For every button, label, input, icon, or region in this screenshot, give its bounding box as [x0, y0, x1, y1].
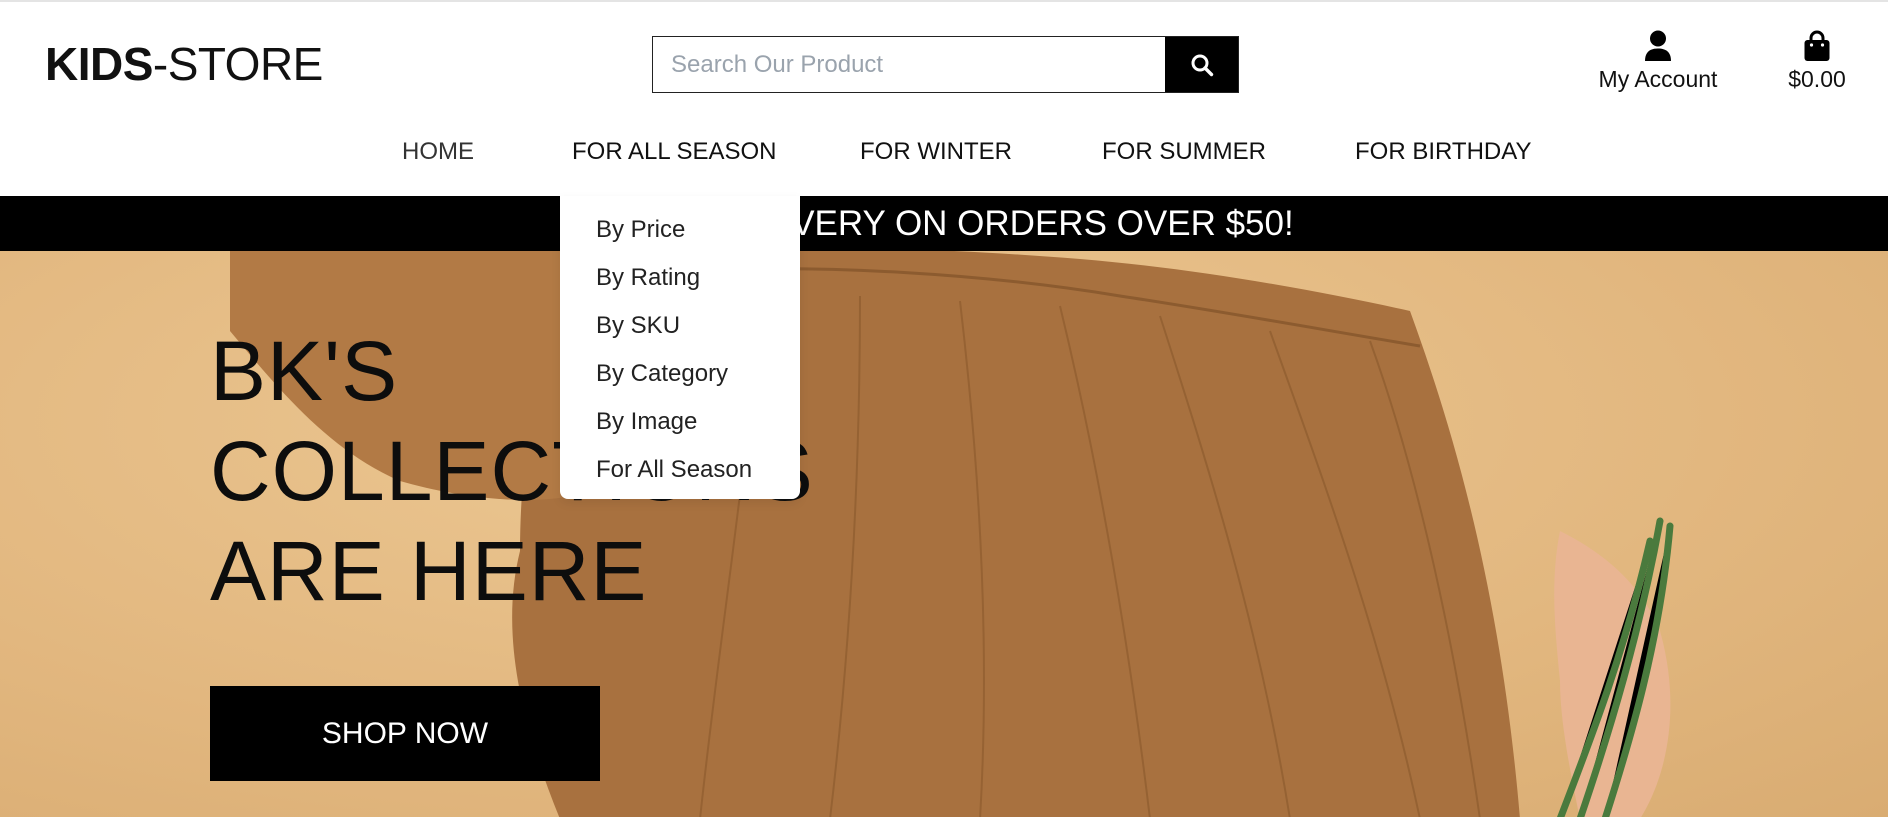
dropdown-item-by-price[interactable]: By Price: [596, 206, 800, 254]
nav-item-for-all-season[interactable]: FOR ALL SEASON: [572, 138, 777, 166]
dropdown-item-by-sku[interactable]: By SKU: [596, 302, 800, 350]
for-all-season-dropdown: By Price By Rating By SKU By Category By…: [560, 196, 800, 499]
logo-text: -STORE: [152, 38, 323, 90]
user-icon: [1645, 30, 1671, 61]
dropdown-item-for-all-season[interactable]: For All Season: [596, 446, 800, 494]
cart-link[interactable]: $0.00: [1776, 30, 1858, 93]
nav-item-home[interactable]: HOME: [402, 138, 474, 166]
shop-now-button[interactable]: SHOP NOW: [210, 686, 600, 781]
dropdown-item-by-rating[interactable]: By Rating: [596, 254, 800, 302]
promo-banner: FREE DELIVERY ON ORDERS OVER $50!: [0, 196, 1888, 251]
search-input[interactable]: [653, 37, 1165, 92]
dropdown-item-by-image[interactable]: By Image: [596, 398, 800, 446]
hero-title-line: ARE HERE: [210, 524, 648, 618]
site-logo[interactable]: KIDS-STORE: [45, 38, 323, 90]
nav-item-for-summer[interactable]: FOR SUMMER: [1102, 138, 1266, 166]
search-icon: [1191, 54, 1213, 76]
main-nav: HOME FOR ALL SEASON FOR WINTER FOR SUMME…: [0, 138, 1888, 174]
hero-banner: BK'S COLLECTIONS ARE HERE SHOP NOW: [0, 251, 1888, 817]
nav-item-for-birthday[interactable]: FOR BIRTHDAY: [1355, 138, 1531, 166]
page: KIDS-STORE My Account $0.00 HOME FOR ALL…: [0, 0, 1888, 817]
dropdown-item-by-category[interactable]: By Category: [596, 350, 800, 398]
shopping-bag-icon: [1804, 30, 1830, 61]
my-account-link[interactable]: My Account: [1588, 30, 1728, 93]
my-account-label: My Account: [1598, 66, 1718, 92]
search-button[interactable]: [1165, 37, 1238, 92]
cart-total: $0.00: [1788, 66, 1846, 92]
nav-item-for-winter[interactable]: FOR WINTER: [860, 138, 1012, 166]
logo-bold-text: KIDS: [45, 38, 153, 90]
search-bar: [652, 36, 1239, 93]
